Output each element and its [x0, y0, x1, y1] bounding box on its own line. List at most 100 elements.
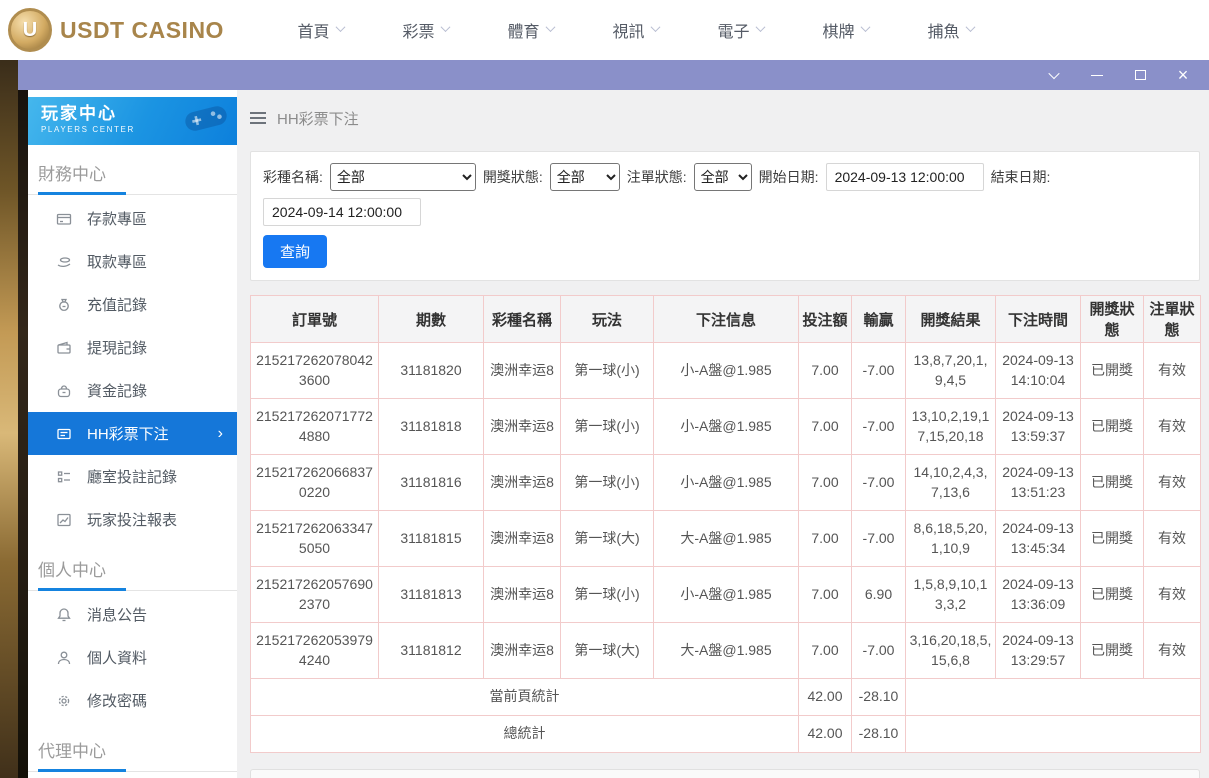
page-title: HH彩票下注 [277, 108, 359, 129]
col-period: 期數 [379, 296, 484, 343]
window-body: 玩家中心 PLAYERS CENTER 財務中心 [18, 90, 1209, 778]
wallet-icon [56, 340, 72, 356]
sidebar-section-personal: 個人中心 消息公告 個人資料 修改密碼 [28, 541, 237, 722]
col-bet-info: 下注信息 [654, 296, 799, 343]
col-play: 玩法 [561, 296, 654, 343]
col-draw-status: 開獎狀態 [1081, 296, 1144, 343]
collapse-icon[interactable] [1046, 67, 1062, 83]
sidebar-item-profile[interactable]: 個人資料 [28, 636, 237, 679]
page-summary-row: 當前頁統計 42.00 -28.10 [251, 679, 1201, 716]
sidebar: 玩家中心 PLAYERS CENTER 財務中心 [28, 90, 237, 778]
section-divider [28, 588, 237, 591]
section-divider [28, 192, 237, 195]
col-order-no: 訂單號 [251, 296, 379, 343]
start-date-input[interactable] [826, 163, 984, 191]
minimize-icon[interactable] [1089, 67, 1105, 83]
sidebar-item-recharge-record[interactable]: 充值記錄 [28, 283, 237, 326]
brand-logo[interactable]: U USDT CASINO [0, 8, 232, 52]
sidebar-item-funds-record[interactable]: 資金記錄 [28, 369, 237, 412]
nav-item-slots[interactable]: 電子 [688, 18, 793, 42]
start-date-label: 開始日期: [759, 167, 819, 187]
table-row: 2152172620668370220 31181816 澳洲幸运8 第一球(小… [251, 455, 1201, 511]
sidebar-item-hh-lottery-bets[interactable]: HH彩票下注 › [28, 412, 237, 455]
chevron-down-icon [335, 22, 345, 32]
table-row: 2152172620576902370 31181813 澳洲幸运8 第一球(小… [251, 567, 1201, 623]
chevron-right-icon: › [218, 426, 223, 442]
report-chart-icon [56, 512, 72, 528]
page-summary-label: 當前頁統計 [251, 679, 799, 716]
section-title-personal: 個人中心 [28, 541, 237, 588]
order-status-label: 注單狀態: [627, 167, 687, 187]
chevron-down-icon [440, 22, 450, 32]
section-title-finance: 財務中心 [28, 145, 237, 192]
chevron-down-icon [860, 22, 870, 32]
col-draw-result: 開獎結果 [906, 296, 996, 343]
sidebar-item-withdraw[interactable]: 取款專區 [28, 240, 237, 283]
sidebar-item-withdraw-record[interactable]: 提現記錄 [28, 326, 237, 369]
person-icon [56, 650, 72, 666]
menu-icon[interactable] [250, 112, 266, 124]
table-header-row: 訂單號 期數 彩種名稱 玩法 下注信息 投注額 輸贏 開獎結果 下注時間 開獎狀… [251, 296, 1201, 343]
close-icon[interactable]: × [1175, 67, 1191, 83]
sidebar-item-change-password[interactable]: 修改密碼 [28, 679, 237, 722]
table-row: 2152172620633475050 31181815 澳洲幸运8 第一球(大… [251, 511, 1201, 567]
lottery-select[interactable]: 全部 [330, 163, 476, 191]
main-content: HH彩票下注 彩種名稱: 全部 開獎狀態: 全部 注單狀態: 全部 開始日期: … [237, 90, 1209, 778]
nav-item-home[interactable]: 首頁 [268, 18, 373, 42]
chevron-down-icon [545, 22, 555, 32]
end-date-label: 結束日期: [991, 167, 1051, 187]
table-row: 2152172620539794240 31181812 澳洲幸运8 第一球(大… [251, 623, 1201, 679]
logo-coin-icon: U [8, 8, 52, 52]
total-summary-row: 總統計 42.00 -28.10 [251, 716, 1201, 753]
section-divider [28, 769, 237, 772]
gear-icon [56, 693, 72, 709]
nav-item-fishing[interactable]: 捕魚 [898, 18, 1003, 42]
sidebar-section-finance: 財務中心 存款專區 取款專區 充值記錄 [28, 145, 237, 541]
sidebar-header: 玩家中心 PLAYERS CENTER [28, 97, 237, 145]
sidebar-section-agent: 代理中心 代理規則說明 [28, 722, 237, 778]
order-status-select[interactable]: 全部 [694, 163, 752, 191]
sidebar-item-agent-rules[interactable]: 代理規則說明 [28, 774, 237, 778]
main-menu: 首頁 彩票 體育 視訊 電子 棋牌 捕魚 [268, 18, 1003, 42]
sidebar-item-hall-bet-record[interactable]: 廳室投註記錄 [28, 455, 237, 498]
content-header: HH彩票下注 [250, 105, 1200, 131]
nav-item-lottery[interactable]: 彩票 [373, 18, 478, 42]
search-button[interactable]: 查詢 [263, 235, 327, 268]
deposit-card-icon [56, 211, 72, 227]
purse-icon [56, 383, 72, 399]
nav-item-live[interactable]: 視訊 [583, 18, 688, 42]
col-bet-amount: 投注額 [799, 296, 852, 343]
col-lottery: 彩種名稱 [484, 296, 561, 343]
col-winloss: 輸贏 [852, 296, 906, 343]
sidebar-item-player-report[interactable]: 玩家投注報表 [28, 498, 237, 541]
top-navbar: U USDT CASINO 首頁 彩票 體育 視訊 電子 棋牌 捕魚 [0, 0, 1209, 60]
maximize-icon[interactable] [1132, 67, 1148, 83]
page-background [0, 60, 18, 778]
draw-status-label: 開獎狀態: [483, 167, 543, 187]
money-bag-icon [56, 297, 72, 313]
pagination-bar: 每頁顯示20條 共6条 首页 上一页 [1] 下一页 第 页 跳转 [250, 769, 1200, 778]
checklist-icon [56, 469, 72, 485]
nav-item-cards[interactable]: 棋牌 [793, 18, 898, 42]
chevron-down-icon [650, 22, 660, 32]
sidebar-item-announcements[interactable]: 消息公告 [28, 593, 237, 636]
draw-status-select[interactable]: 全部 [550, 163, 620, 191]
player-center-window: × 玩家中心 PLAYERS CENTER 財務中心 [18, 60, 1209, 778]
brand-text: USDT CASINO [60, 17, 224, 44]
table-row: 2152172620780423600 31181820 澳洲幸运8 第一球(小… [251, 343, 1201, 399]
bet-table: 訂單號 期數 彩種名稱 玩法 下注信息 投注額 輸贏 開獎結果 下注時間 開獎狀… [250, 295, 1201, 753]
nav-item-sports[interactable]: 體育 [478, 18, 583, 42]
total-summary-label: 總統計 [251, 716, 799, 753]
sidebar-item-deposit[interactable]: 存款專區 [28, 197, 237, 240]
chevron-down-icon [755, 22, 765, 32]
end-date-input[interactable] [263, 198, 421, 226]
lottery-select-label: 彩種名稱: [263, 167, 323, 187]
withdraw-hand-icon [56, 254, 72, 270]
filter-panel: 彩種名稱: 全部 開獎狀態: 全部 注單狀態: 全部 開始日期: 結束日期: 查… [250, 151, 1200, 281]
bet-list-icon [56, 426, 72, 442]
table-row: 2152172620717724880 31181818 澳洲幸运8 第一球(小… [251, 399, 1201, 455]
col-bet-time: 下注時間 [996, 296, 1081, 343]
window-titlebar: × [18, 60, 1209, 90]
col-order-status: 注單狀態 [1144, 296, 1201, 343]
screen: U USDT CASINO 首頁 彩票 體育 視訊 電子 棋牌 捕魚 × 玩家中… [0, 0, 1209, 778]
